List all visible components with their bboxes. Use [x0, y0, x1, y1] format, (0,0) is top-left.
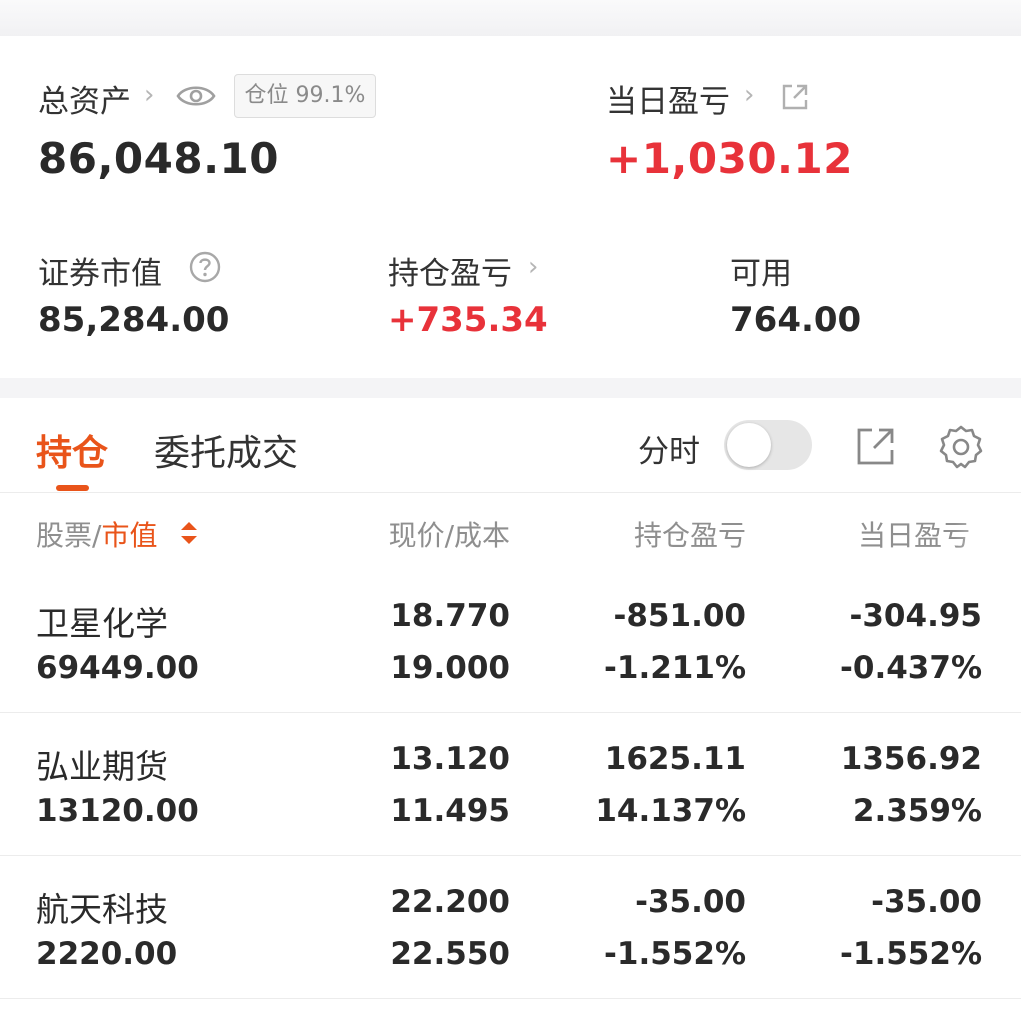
daily-pnl-label[interactable]: 当日盈亏	[606, 76, 730, 121]
sort-icon[interactable]	[179, 520, 199, 546]
column-header-daily-pnl: 当日盈亏	[858, 519, 971, 552]
share-icon[interactable]	[856, 426, 896, 466]
daily-pnl: -35.00	[871, 884, 982, 920]
external-link-icon[interactable]	[780, 82, 810, 112]
timeshare-label: 分时	[638, 434, 700, 470]
header-fade	[955, 505, 1021, 560]
timeshare-toggle[interactable]	[724, 420, 812, 470]
holding-pnl-label[interactable]: 持仓盈亏	[388, 248, 512, 293]
daily-pnl: -304.95	[849, 598, 983, 634]
row-divider	[0, 712, 1021, 713]
available-label: 可用	[730, 256, 792, 292]
daily-pnl: 1356.92	[840, 741, 982, 777]
holding-pnl-pct: -1.211%	[604, 650, 746, 686]
stock-market-value: 69449.00	[36, 650, 199, 686]
holding-pnl-pct: -1.552%	[604, 936, 746, 972]
stock-market-value: 2220.00	[36, 936, 178, 972]
column-header-price-cost: 现价/成本	[388, 519, 510, 552]
divider	[0, 492, 1021, 493]
available-value: 764.00	[730, 300, 862, 340]
tab-holdings[interactable]: 持仓	[36, 424, 108, 476]
holding-pnl-pct: 14.137%	[595, 793, 746, 829]
stock-price: 18.770	[390, 598, 510, 634]
stock-cost: 22.550	[390, 936, 510, 972]
total-assets-label[interactable]: 总资产	[38, 76, 131, 121]
section-divider	[0, 378, 1021, 398]
chevron-right-icon: ›	[528, 252, 539, 282]
chevron-right-icon: ›	[744, 80, 755, 110]
position-badge: 仓位 99.1%	[234, 74, 376, 118]
daily-pnl-pct: -0.437%	[840, 650, 982, 686]
row-divider	[0, 855, 1021, 856]
header-market-value[interactable]: 市值	[101, 519, 157, 552]
gear-icon[interactable]	[938, 424, 984, 470]
holding-pnl: -35.00	[635, 884, 746, 920]
column-header-stock[interactable]: 股票/市值	[36, 514, 157, 554]
securities-value-label: 证券市值	[38, 256, 162, 292]
stock-name: 卫星化学	[36, 604, 168, 643]
stock-name: 航天科技	[36, 890, 168, 929]
header-stock-text: 股票	[36, 519, 93, 552]
eye-icon[interactable]	[176, 82, 216, 110]
tab-indicator	[56, 485, 89, 491]
help-circle-icon[interactable]	[188, 250, 222, 284]
tab-orders[interactable]: 委托成交	[154, 424, 298, 476]
toggle-knob	[727, 423, 771, 467]
column-header-holding-pnl: 持仓盈亏	[633, 519, 746, 552]
daily-pnl-value: +1,030.12	[606, 134, 853, 183]
stock-price: 13.120	[390, 741, 510, 777]
stock-cost: 19.000	[390, 650, 510, 686]
holding-pnl-value: +735.34	[388, 300, 548, 340]
chevron-right-icon: ›	[144, 80, 155, 110]
row-divider	[0, 998, 1021, 999]
holding-pnl: -851.00	[613, 598, 747, 634]
securities-value: 85,284.00	[38, 300, 230, 340]
holding-pnl: 1625.11	[604, 741, 746, 777]
daily-pnl-pct: -1.552%	[840, 936, 982, 972]
stock-market-value: 13120.00	[36, 793, 199, 829]
daily-pnl-pct: 2.359%	[852, 793, 982, 829]
stock-price: 22.200	[390, 884, 510, 920]
total-assets-value: 86,048.10	[38, 134, 279, 183]
stock-name: 弘业期货	[36, 747, 168, 786]
top-band	[0, 0, 1021, 36]
stock-cost: 11.495	[390, 793, 510, 829]
